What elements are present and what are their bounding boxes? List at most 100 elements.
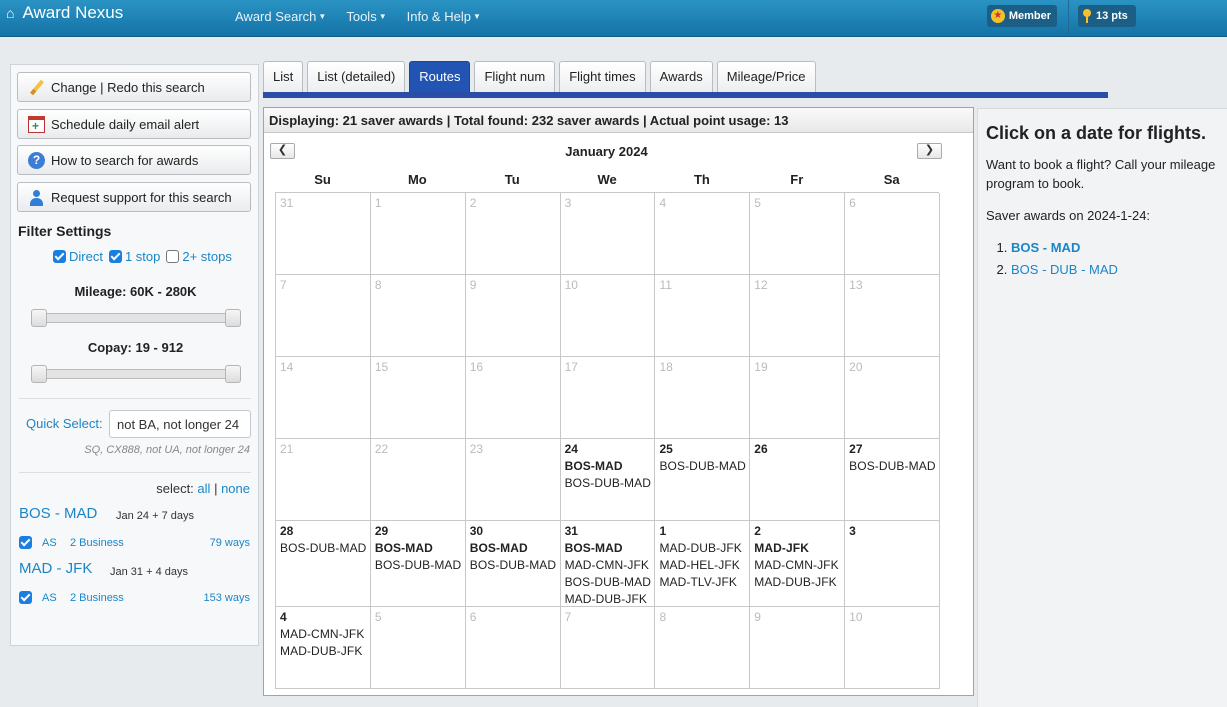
day-number: 2 [469,196,477,210]
tab-flight-times[interactable]: Flight times [559,61,646,92]
day-routes: BOS-MAD BOS-DUB-MAD [470,540,556,574]
select-all-link[interactable]: all [197,481,210,496]
mileage-max-handle[interactable] [225,309,241,327]
route-entry[interactable]: BOS-DUB-MAD [565,475,651,492]
calendar-day-cell[interactable]: 31 BOS-MAD MAD-CMN-JFK BOS-DUB-MAD MAD-DUB-J… [560,521,656,607]
route-bos-mad-link[interactable]: BOS - MAD [19,505,97,522]
select-none-link[interactable]: none [221,481,250,496]
calendar-panel: Displaying: 21 saver awards | Total foun… [263,107,974,696]
one-stop-checkbox[interactable]: 1 stop [108,249,160,264]
member-badge[interactable]: ★ Member [987,5,1057,27]
nav-award-search-label: Award Search [235,9,317,24]
route-entry[interactable]: BOS-MAD [470,540,556,557]
calendar-day-cell: 20 [845,357,941,439]
brand[interactable]: ⌂ Award Nexus [6,3,123,23]
cabin-link[interactable]: 2 Business [70,592,170,604]
day-number: 14 [280,360,294,374]
calendar-day-cell[interactable]: 1 MAD-DUB-JFK MAD-HEL-JFK MAD-TLV-JFK [655,521,751,607]
route-entry[interactable]: BOS-DUB-MAD [375,557,461,574]
day-routes: BOS-MAD BOS-DUB-MAD [565,458,651,492]
calendar-day-cell[interactable]: 24 BOS-MAD BOS-DUB-MAD [560,439,656,521]
route-entry[interactable]: BOS-DUB-MAD [565,574,651,591]
nav-award-search[interactable]: Award Search ▼ [235,9,326,24]
route-bos-mad-ways[interactable]: 79 ways [210,537,250,549]
mileage-min-handle[interactable] [31,309,47,327]
nav-tools[interactable]: Tools ▼ [346,9,386,24]
points-badge[interactable]: 13 pts [1078,5,1136,27]
checkbox-checked[interactable] [53,250,66,263]
day-number: 25 [659,442,673,456]
schedule-alert-button[interactable]: Schedule daily email alert [17,109,251,139]
copay-label: Copay: 19 - 912 [87,340,184,355]
route-mad-jfk-checkbox[interactable] [19,591,32,604]
request-support-label: Request support for this search [51,189,232,205]
route-mad-jfk-ways[interactable]: 153 ways [204,592,250,604]
two-plus-stops-label: 2+ stops [182,249,232,264]
calendar-grid: 31 1 2 3 4 5 6 7 8 9 10 11 12 13 14 15 16 17 18 19 20 21 22 23 2… [275,192,941,689]
tab-flight-num[interactable]: Flight num [474,61,556,92]
day-number: 13 [849,278,863,292]
change-search-button[interactable]: Change | Redo this search [17,72,251,102]
copay-slider[interactable] [31,365,241,383]
award-route-link[interactable]: BOS - DUB - MAD [1011,262,1118,277]
route-entry[interactable]: BOS-MAD [375,540,461,557]
quick-select-input[interactable]: not BA, not longer 24 [109,410,251,438]
copay-max-handle[interactable] [225,365,241,383]
route-entry[interactable]: MAD-DUB-JFK [565,591,651,606]
calendar-day-cell[interactable]: 29 BOS-MAD BOS-DUB-MAD [370,521,466,607]
calendar-day-cell[interactable]: 4 MAD-CMN-JFK MAD-DUB-JFK [276,607,371,689]
route-entry[interactable]: BOS-DUB-MAD [659,458,745,475]
cabin-link[interactable]: 2 Business [70,537,170,549]
route-entry[interactable]: MAD-CMN-JFK [754,557,840,574]
select-row: select: all | none [156,481,250,496]
tab-mileage-price[interactable]: Mileage/Price [716,61,816,92]
member-label: Member [1008,10,1051,22]
airline-link[interactable]: AS [42,592,70,604]
route-entry[interactable]: MAD-TLV-JFK [659,574,745,591]
tab-awards[interactable]: Awards [649,61,713,92]
checkbox-checked[interactable] [108,250,122,263]
route-entry[interactable]: MAD-CMN-JFK [280,626,366,643]
nav-info-help[interactable]: Info & Help ▼ [407,9,481,24]
list-item: BOS - DUB - MAD [1011,259,1118,281]
calendar-day-cell[interactable]: 25 BOS-DUB-MAD [655,439,751,521]
calendar-day-cell[interactable]: 2 MAD-JFK MAD-CMN-JFK MAD-DUB-JFK [750,521,846,607]
mileage-slider[interactable] [31,309,241,327]
tab-list-detailed[interactable]: List (detailed) [307,61,406,92]
route-entry[interactable]: MAD-JFK [754,540,840,557]
calendar-day-cell: 13 [845,275,941,357]
route-entry[interactable]: BOS-DUB-MAD [280,540,366,557]
airline-link[interactable]: AS [42,537,70,549]
calendar-day-cell[interactable]: 30 BOS-MAD BOS-DUB-MAD [465,521,561,607]
copay-min-handle[interactable] [31,365,47,383]
award-route-link[interactable]: BOS - MAD [1011,240,1080,255]
tab-routes[interactable]: Routes [409,61,471,93]
route-entry[interactable]: MAD-DUB-JFK [659,540,745,557]
calendar-day-cell[interactable]: 3 [845,521,941,607]
route-entry[interactable]: MAD-HEL-JFK [659,557,745,574]
tab-list[interactable]: List [263,61,304,92]
caret-down-icon: ▼ [472,12,481,21]
request-support-button[interactable]: Request support for this search [17,182,251,212]
route-entry[interactable]: MAD-CMN-JFK [565,557,651,574]
calendar-day-cell[interactable]: 26 [750,439,846,521]
route-bos-mad-checkbox[interactable] [19,536,32,549]
day-number: 23 [469,442,484,456]
route-entry[interactable]: BOS-MAD [565,458,651,475]
route-entry[interactable]: MAD-DUB-JFK [280,643,366,660]
route-entry[interactable]: BOS-MAD [565,540,651,557]
route-entry[interactable]: BOS-DUB-MAD [470,557,556,574]
how-to-search-button[interactable]: ? How to search for awards [17,145,251,175]
route-mad-jfk-link[interactable]: MAD - JFK [19,560,92,577]
next-month-button[interactable]: ❯ [917,143,942,159]
route-entry[interactable]: MAD-DUB-JFK [754,574,840,591]
list-item: BOS - MAD [1011,237,1118,259]
calendar-day-cell: 7 [276,275,371,357]
calendar-day-cell[interactable]: 28 BOS-DUB-MAD [276,521,371,607]
chevron-right-icon: ❯ [924,144,935,156]
two-plus-stops-checkbox[interactable]: 2+ stops [166,249,232,264]
direct-checkbox[interactable]: Direct [53,249,103,264]
route-entry[interactable]: BOS-DUB-MAD [849,458,935,475]
checkbox-unchecked[interactable] [166,250,180,263]
calendar-day-cell[interactable]: 27 BOS-DUB-MAD [845,439,941,521]
